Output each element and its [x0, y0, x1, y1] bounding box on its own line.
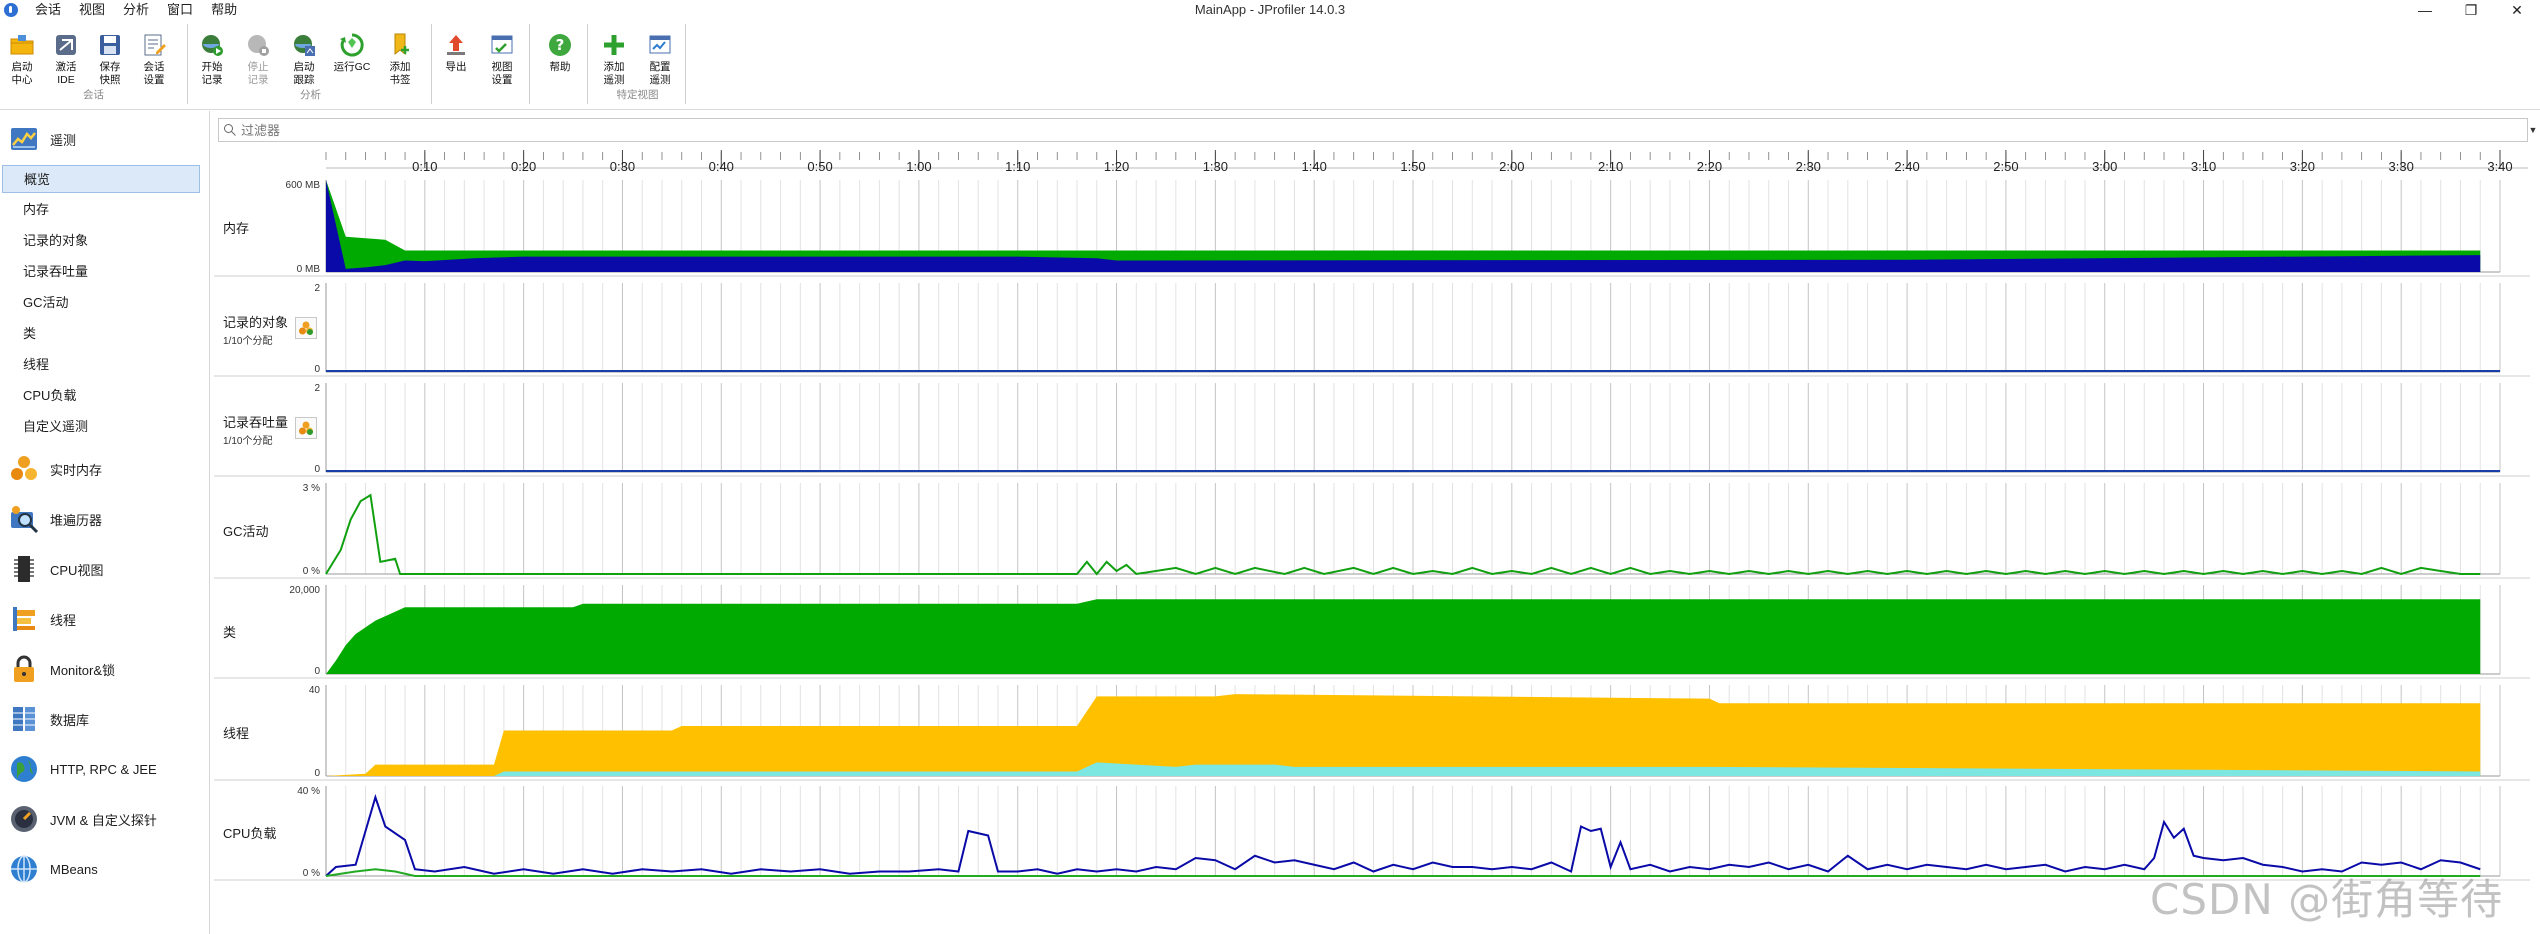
- row-ymin-label: 0: [314, 464, 320, 475]
- row-ymax-label: 3 %: [303, 483, 320, 494]
- telemetry-row-label: CPU负载: [223, 826, 277, 841]
- telemetry-row-label: 线程: [223, 725, 250, 741]
- time-axis-tick-label: 2:10: [1598, 159, 1623, 174]
- time-axis-tick-label: 3:00: [2092, 159, 2117, 174]
- row-ymax-label: 2: [314, 383, 320, 394]
- time-axis-tick-label: 3:10: [2191, 159, 2216, 174]
- chart-line-series: [325, 793, 2481, 877]
- time-axis-tick-label: 2:50: [1993, 159, 2018, 174]
- telemetry-row-sublabel: 1/10个分配: [223, 335, 273, 347]
- time-axis-tick-label: 2:20: [1697, 159, 1722, 174]
- chart-area-series: [326, 599, 2481, 674]
- time-axis-tick-label: 3:30: [2389, 159, 2414, 174]
- row-ymax-label: 20,000: [289, 585, 320, 596]
- row-ymin-label: 0 %: [303, 868, 320, 879]
- time-axis-tick-label: 0:20: [511, 159, 536, 174]
- telemetry-row-label: 内存: [223, 221, 250, 236]
- time-axis-tick-label: 0:10: [412, 159, 437, 174]
- time-axis-tick-label: 1:00: [906, 159, 931, 174]
- chart-area-series: [326, 694, 2481, 776]
- row-ymax-label: 40 %: [297, 786, 320, 797]
- telemetry-row-sublabel: 1/10个分配: [223, 435, 273, 447]
- row-ymax-label: 600 MB: [286, 180, 321, 191]
- telemetry-row-label: GC活动: [223, 523, 269, 539]
- row-ymin-label: 0 MB: [297, 264, 321, 275]
- row-ymin-label: 0: [314, 364, 320, 375]
- time-axis-tick-label: 0:30: [610, 159, 635, 174]
- telemetry-row-label: 记录吞吐量: [223, 414, 289, 430]
- time-axis-tick-label: 0:40: [709, 159, 734, 174]
- row-ymin-label: 0: [314, 666, 320, 677]
- time-axis-tick-label: 2:00: [1499, 159, 1524, 174]
- time-axis-tick-label: 1:20: [1104, 159, 1129, 174]
- record-allocations-button[interactable]: [295, 416, 317, 439]
- record-allocations-icon: [299, 321, 313, 335]
- record-allocations-icon: [299, 421, 313, 435]
- time-axis-tick-label: 0:50: [807, 159, 832, 174]
- row-ymin-label: 0: [314, 768, 320, 779]
- watermark: CSDN @街角等待: [2150, 875, 2504, 924]
- time-axis-tick-label: 2:40: [1894, 159, 1919, 174]
- time-axis-tick-label: 1:40: [1302, 159, 1327, 174]
- time-axis-tick-label: 3:20: [2290, 159, 2315, 174]
- time-axis-tick-label: 1:50: [1400, 159, 1425, 174]
- chart-line-series: [325, 493, 2481, 576]
- record-allocations-button[interactable]: [295, 316, 317, 339]
- time-axis-tick-label: 1:30: [1203, 159, 1228, 174]
- time-axis-tick-label: 3:40: [2487, 159, 2512, 174]
- telemetry-overview: 0:10 0:20 0:30 0:40 0:50 1:00 1:10 1:20 1:30 1:40…: [214, 150, 2530, 881]
- telemetry-row-label: 记录的对象: [223, 314, 289, 330]
- row-ymax-label: 40: [309, 685, 321, 696]
- row-ymin-label: 0 %: [303, 566, 320, 577]
- telemetry-row-label: 类: [223, 624, 237, 640]
- time-axis-tick-label: 1:10: [1005, 159, 1030, 174]
- time-axis-tick-label: 2:30: [1796, 159, 1821, 174]
- row-ymax-label: 2: [314, 283, 320, 294]
